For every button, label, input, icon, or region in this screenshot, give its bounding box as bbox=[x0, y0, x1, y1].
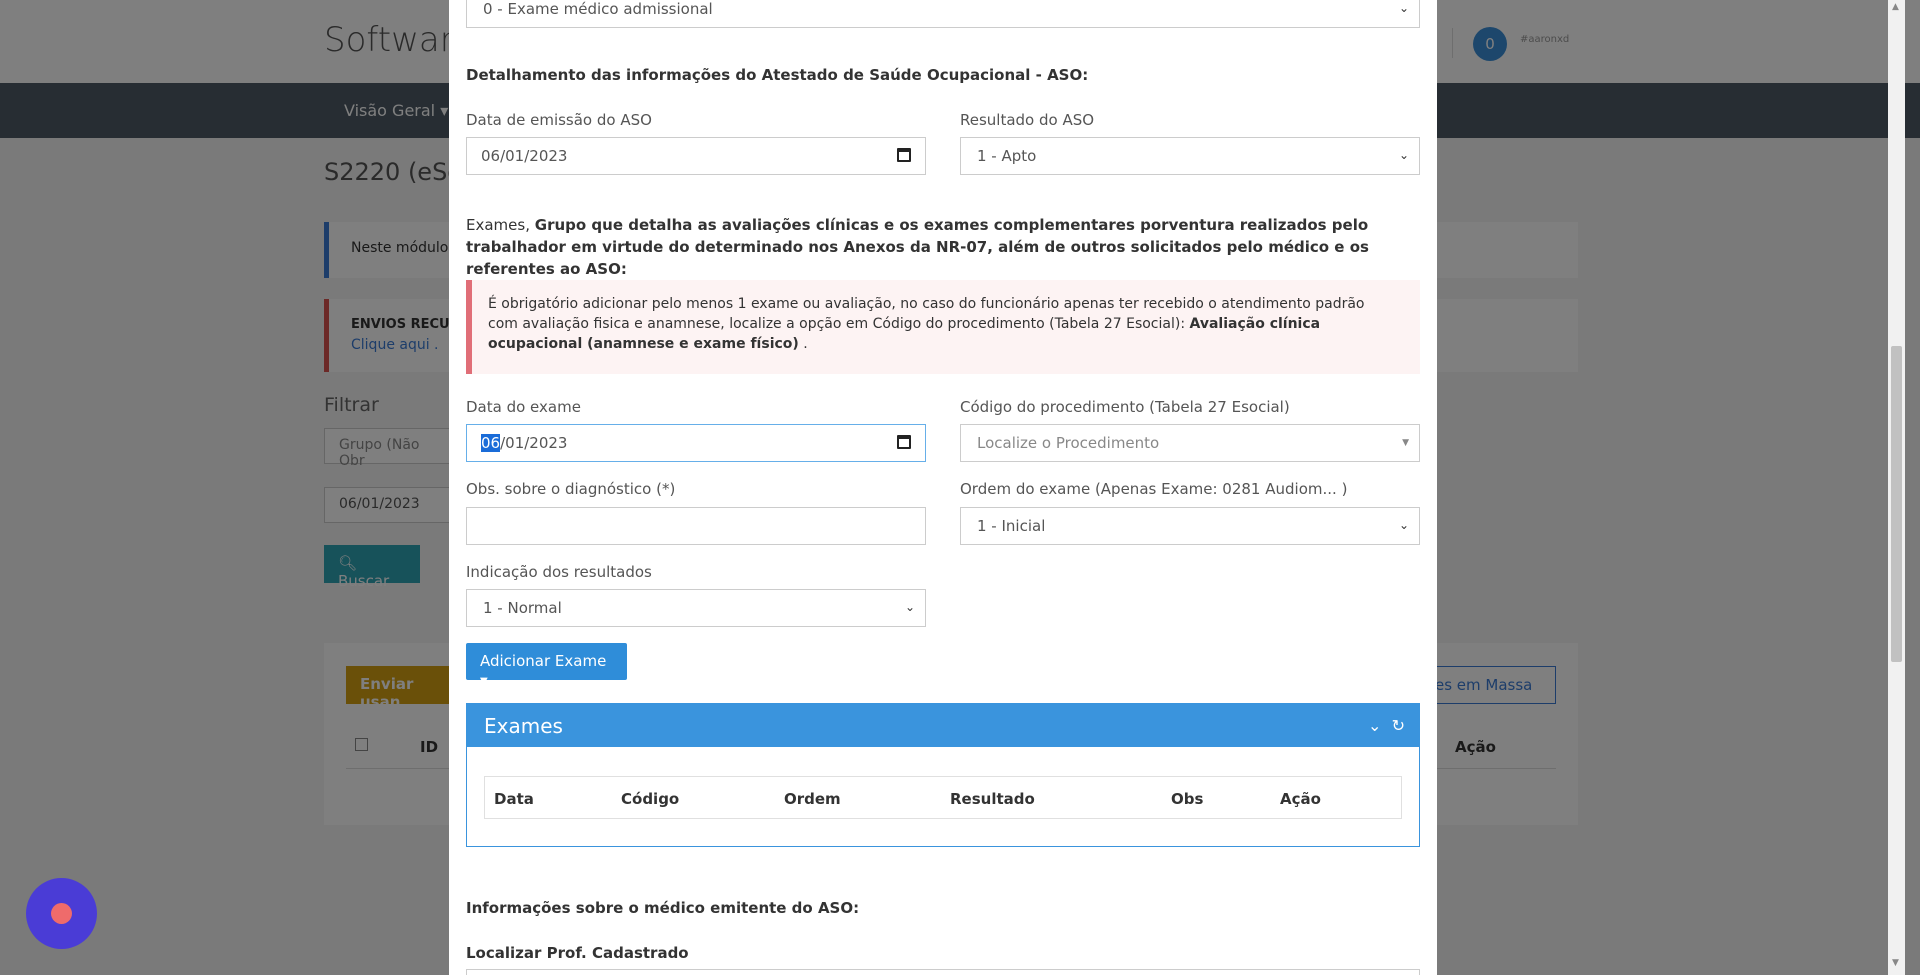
chevron-down-icon: ⌄ bbox=[1398, 148, 1409, 162]
chat-widget-button[interactable] bbox=[26, 878, 97, 949]
aso-result-label: Resultado do ASO bbox=[960, 111, 1095, 129]
chevron-down-icon: ⌄ bbox=[1398, 518, 1409, 532]
page-scrollbar[interactable]: ▲ ▼ bbox=[1888, 0, 1905, 975]
find-professional-label: Localizar Prof. Cadastrado bbox=[466, 944, 689, 962]
aso-date-input[interactable]: 06/01/2023 bbox=[466, 137, 926, 175]
column-header-order: Ordem bbox=[784, 790, 841, 808]
exams-panel-tools: ⌄ ↻ bbox=[1368, 716, 1405, 735]
column-header-obs: Obs bbox=[1171, 790, 1204, 808]
results-label: Indicação dos resultados bbox=[466, 563, 652, 581]
column-header-date: Data bbox=[494, 790, 534, 808]
aso-date-value: 06/01/2023 bbox=[481, 147, 568, 165]
procedure-label: Código do procedimento (Tabela 27 Esocia… bbox=[960, 398, 1290, 416]
order-select[interactable]: 1 - Inicial ⌄ bbox=[960, 507, 1420, 545]
procedure-placeholder: Localize o Procedimento bbox=[977, 434, 1160, 452]
order-value: 1 - Inicial bbox=[977, 517, 1046, 535]
procedure-select[interactable]: Localize o Procedimento ▼ bbox=[960, 424, 1420, 462]
exams-panel: Exames ⌄ ↻ Data Código Ordem Resultado O… bbox=[466, 703, 1420, 847]
obs-input[interactable] bbox=[466, 507, 926, 545]
exam-type-value: 0 - Exame médico admissional bbox=[483, 0, 713, 18]
column-header-result: Resultado bbox=[950, 790, 1035, 808]
scroll-up-icon[interactable]: ▲ bbox=[1892, 2, 1899, 12]
exam-date-label: Data do exame bbox=[466, 398, 581, 416]
column-header-action: Ação bbox=[1280, 790, 1321, 808]
required-exam-alert: É obrigatório adicionar pelo menos 1 exa… bbox=[466, 280, 1420, 374]
exams-table: Data Código Ordem Resultado Obs Ação bbox=[484, 776, 1402, 819]
calendar-icon[interactable] bbox=[897, 435, 911, 449]
column-header-code: Código bbox=[621, 790, 680, 808]
calendar-icon[interactable] bbox=[897, 148, 911, 162]
caret-down-icon: ▼ bbox=[480, 676, 488, 687]
obs-label: Obs. sobre o diagnóstico (*) bbox=[466, 480, 676, 498]
find-professional-input[interactable] bbox=[466, 969, 1420, 975]
caret-down-icon: ▼ bbox=[1402, 438, 1409, 448]
refresh-icon[interactable]: ↻ bbox=[1392, 716, 1405, 735]
exams-intro-prefix: Exames, bbox=[466, 216, 530, 234]
scrollbar-thumb[interactable] bbox=[1891, 346, 1902, 662]
alert-suffix: . bbox=[803, 336, 808, 352]
exam-type-select[interactable]: 0 - Exame médico admissional ⌄ bbox=[466, 0, 1420, 28]
exams-intro: Exames, Grupo que detalha as avaliações … bbox=[466, 214, 1426, 280]
chevron-down-icon: ⌄ bbox=[904, 600, 915, 614]
aso-date-label: Data de emissão do ASO bbox=[466, 111, 652, 129]
exams-intro-bold: Grupo que detalha as avaliações clínicas… bbox=[466, 216, 1369, 278]
aso-result-value: 1 - Apto bbox=[977, 147, 1037, 165]
doctor-section-title: Informações sobre o médico emitente do A… bbox=[466, 899, 860, 917]
add-exam-label: Adicionar Exame bbox=[480, 652, 607, 670]
exam-date-rest: /01/2023 bbox=[500, 434, 568, 452]
exams-panel-title: Exames bbox=[484, 714, 563, 738]
scroll-down-icon[interactable]: ▼ bbox=[1892, 958, 1899, 968]
add-exam-button[interactable]: Adicionar Exame ▼ bbox=[466, 643, 627, 687]
aso-result-select[interactable]: 1 - Apto ⌄ bbox=[960, 137, 1420, 175]
exams-panel-header: Exames ⌄ ↻ bbox=[467, 704, 1419, 747]
aso-section-title: Detalhamento das informações do Atestado… bbox=[466, 66, 1089, 84]
exam-date-input[interactable]: 06/01/2023 bbox=[466, 424, 926, 462]
order-label: Ordem do exame (Apenas Exame: 0281 Audio… bbox=[960, 480, 1348, 498]
exam-date-day-segment[interactable]: 06 bbox=[481, 434, 501, 452]
chevron-down-icon: ⌄ bbox=[1398, 1, 1409, 15]
chat-status-icon bbox=[51, 903, 72, 924]
alert-paragraph: É obrigatório adicionar pelo menos 1 exa… bbox=[488, 294, 1398, 354]
collapse-icon[interactable]: ⌄ bbox=[1368, 716, 1381, 735]
results-value: 1 - Normal bbox=[483, 599, 562, 617]
results-select[interactable]: 1 - Normal ⌄ bbox=[466, 589, 926, 627]
